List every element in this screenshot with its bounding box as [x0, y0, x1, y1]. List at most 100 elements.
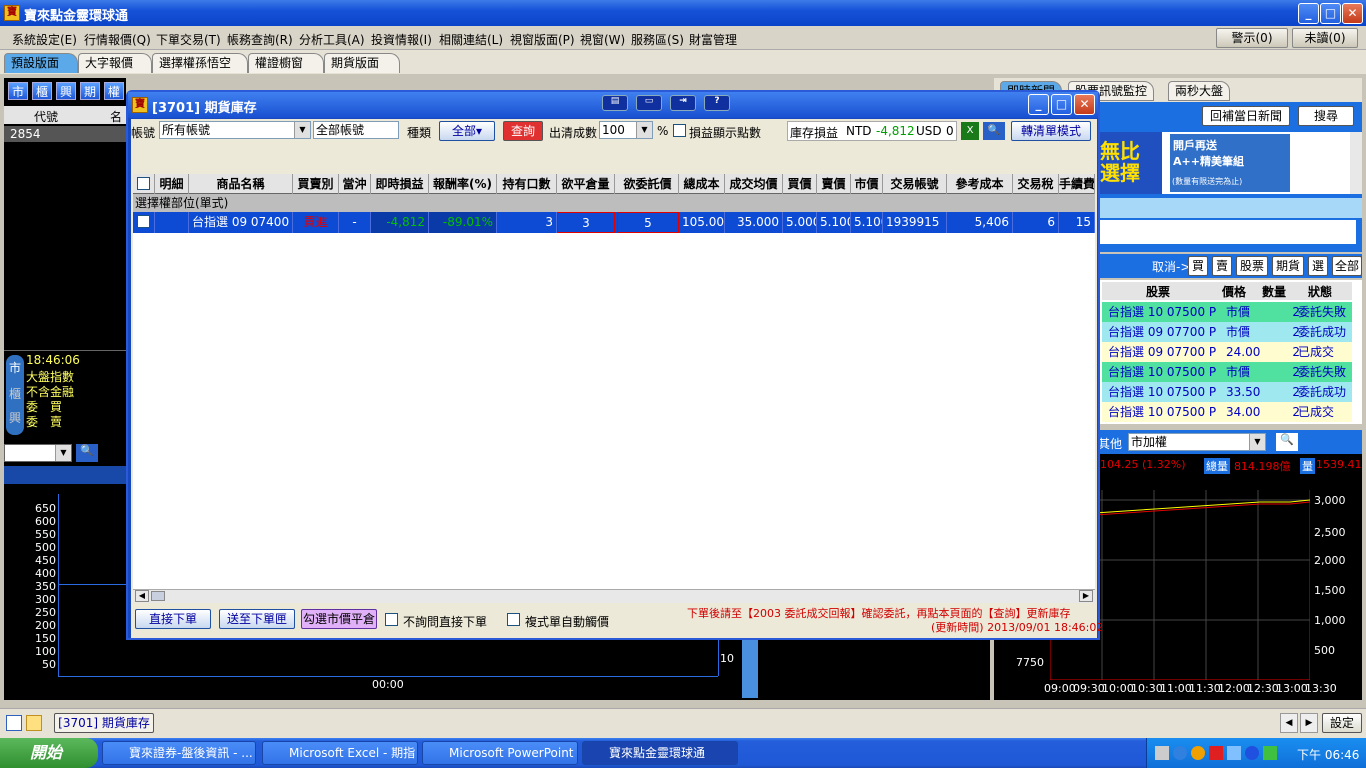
column-header[interactable]: 交易帳號: [883, 174, 947, 194]
keyboard-icon[interactable]: [1155, 746, 1169, 760]
fill-ratio-select[interactable]: 100 ▼: [599, 121, 653, 139]
column-header[interactable]: 買價: [783, 174, 817, 194]
quote-row[interactable]: 2854: [4, 126, 126, 142]
column-header[interactable]: 當沖: [339, 174, 371, 194]
cell-close_qty[interactable]: 3: [557, 212, 615, 233]
market-warrant-button[interactable]: 權: [104, 82, 124, 100]
column-header[interactable]: 欲委託價: [617, 174, 679, 194]
symbol-select[interactable]: ▼: [4, 444, 72, 462]
order-row[interactable]: 台指選 10 07500 P 市價 2 委託失敗: [1102, 362, 1352, 382]
query-button[interactable]: 查詢: [503, 121, 543, 141]
menu-links[interactable]: 相關連結(L): [439, 31, 503, 48]
row-checkbox[interactable]: [133, 212, 155, 233]
column-header[interactable]: 報酬率(%): [429, 174, 497, 194]
order-row[interactable]: 台指選 09 07700 P 24.00 2 已成交: [1102, 342, 1352, 362]
taskbar-item-app[interactable]: 寶來點金靈環球通: [582, 741, 738, 765]
tab-futures-layout[interactable]: 期貨版面: [324, 53, 400, 73]
menu-wealth[interactable]: 財富管理: [689, 31, 737, 48]
menu-invest-info[interactable]: 投資情報(I): [371, 31, 432, 48]
menu-layout[interactable]: 視窗版面(P): [510, 31, 575, 48]
index-select[interactable]: 市加權 ▼: [1128, 433, 1266, 451]
select-all-checkbox[interactable]: [133, 174, 155, 194]
minimize-button[interactable]: _: [1298, 3, 1319, 24]
news-headline-row[interactable]: [1098, 198, 1362, 218]
menu-service[interactable]: 服務區(S): [631, 31, 684, 48]
menu-account[interactable]: 帳務查詢(R): [227, 31, 293, 48]
settings-button[interactable]: 設定: [1322, 713, 1362, 733]
cancel-futures-button[interactable]: 期貨: [1272, 256, 1304, 276]
network-icon[interactable]: [1173, 746, 1187, 760]
menu-analysis[interactable]: 分析工具(A): [299, 31, 365, 48]
tab-warrant[interactable]: 權證櫥窗: [248, 53, 324, 73]
refill-news-button[interactable]: 回補當日新聞: [1202, 106, 1290, 126]
prev-icon[interactable]: ◀: [1280, 713, 1298, 733]
dialog-minimize-button[interactable]: _: [1028, 94, 1049, 115]
start-button[interactable]: 開始: [0, 738, 98, 768]
taskbar-item-ie[interactable]: 寶來證券-盤後資訊 - ...: [102, 741, 256, 765]
dialog-close-button[interactable]: ✕: [1074, 94, 1095, 115]
tab-default-layout[interactable]: 預設版面: [4, 53, 78, 73]
column-header[interactable]: 即時損益: [371, 174, 429, 194]
unread-button[interactable]: 未讀(0): [1292, 28, 1358, 48]
order-row[interactable]: 台指選 09 07700 P 市價 2 委託成功: [1102, 322, 1352, 342]
market-close-button[interactable]: 勾選市價平倉: [301, 609, 377, 629]
excel-export-icon[interactable]: X: [961, 122, 979, 140]
side-tab-market[interactable]: 市: [9, 359, 21, 376]
help-icon[interactable]: ?: [704, 95, 730, 111]
column-header[interactable]: 參考成本: [947, 174, 1013, 194]
bluetooth-icon[interactable]: [1245, 746, 1259, 760]
market-futures-button[interactable]: 期: [80, 82, 100, 100]
show-points-checkbox[interactable]: [673, 124, 686, 137]
type-select[interactable]: 全部▾: [439, 121, 495, 141]
menu-system[interactable]: 系統設定(E): [12, 31, 77, 48]
dialog-maximize-button[interactable]: □: [1051, 94, 1072, 115]
maximize-button[interactable]: □: [1320, 3, 1341, 24]
menu-trade[interactable]: 下單交易(T): [156, 31, 221, 48]
update-icon[interactable]: [1191, 746, 1205, 760]
account-name-field[interactable]: 全部帳號: [313, 121, 399, 139]
close-button[interactable]: ✕: [1342, 3, 1363, 24]
menu-quotes[interactable]: 行情報價(Q): [84, 31, 151, 48]
market-otc-button[interactable]: 櫃: [32, 82, 52, 100]
column-header[interactable]: 持有口數: [497, 174, 557, 194]
antivirus-icon[interactable]: [1209, 746, 1223, 760]
side-tab-otc[interactable]: 櫃: [9, 385, 21, 402]
layout-icon[interactable]: ▤: [602, 95, 628, 111]
order-row[interactable]: 台指選 10 07500 P 33.50 2 委託成功: [1102, 382, 1352, 402]
news-scrollbar[interactable]: [1350, 132, 1362, 194]
column-header[interactable]: 市價: [851, 174, 883, 194]
cancel-stock-button[interactable]: 股票: [1236, 256, 1268, 276]
column-header[interactable]: 總成本: [679, 174, 725, 194]
auto-price-checkbox[interactable]: [507, 613, 520, 626]
column-header[interactable]: 明細: [155, 174, 189, 194]
scroll-left-icon[interactable]: ◀: [135, 590, 149, 602]
column-header[interactable]: 商品名稱: [189, 174, 293, 194]
send-to-order-box-button[interactable]: 送至下單匣: [219, 609, 295, 629]
column-header[interactable]: 欲平倉量: [557, 174, 615, 194]
exit-icon[interactable]: ⇥: [670, 95, 696, 111]
column-header[interactable]: 買賣別: [293, 174, 339, 194]
tab-big-quote[interactable]: 大字報價: [78, 53, 152, 73]
order-row[interactable]: 台指選 10 07500 P 34.00 2 已成交: [1102, 402, 1352, 422]
column-header[interactable]: 交易稅: [1013, 174, 1059, 194]
horizontal-scrollbar[interactable]: ◀ ▶: [133, 589, 1095, 603]
other-label[interactable]: 其他: [1098, 435, 1122, 452]
scroll-thumb[interactable]: [151, 591, 165, 601]
ad-banner[interactable]: 無比 選擇 開戶再送 A++精美筆組 (數量有限送完為止): [1098, 132, 1350, 194]
side-tab-emerging[interactable]: 興: [9, 409, 21, 426]
scroll-right-icon[interactable]: ▶: [1079, 590, 1093, 602]
cancel-option-button[interactable]: 選: [1308, 256, 1328, 276]
cancel-buy-button[interactable]: 買: [1188, 256, 1208, 276]
alert-button[interactable]: 警示(0): [1216, 28, 1288, 48]
search-icon[interactable]: 🔍: [1276, 433, 1298, 451]
next-icon[interactable]: ▶: [1300, 713, 1318, 733]
volume-icon[interactable]: [1227, 746, 1241, 760]
news-search-button[interactable]: 搜尋: [1298, 106, 1354, 126]
table-row[interactable]: 台指選 09 07400 P買進--4,812-89.01%335105.000…: [133, 212, 1095, 233]
window-icon[interactable]: [6, 715, 22, 731]
column-header[interactable]: 成交均價: [725, 174, 783, 194]
cell-order_px[interactable]: 5: [617, 212, 679, 233]
column-header[interactable]: 手續費: [1059, 174, 1095, 194]
column-header[interactable]: 賣價: [817, 174, 851, 194]
search-icon[interactable]: 🔍: [76, 444, 98, 462]
